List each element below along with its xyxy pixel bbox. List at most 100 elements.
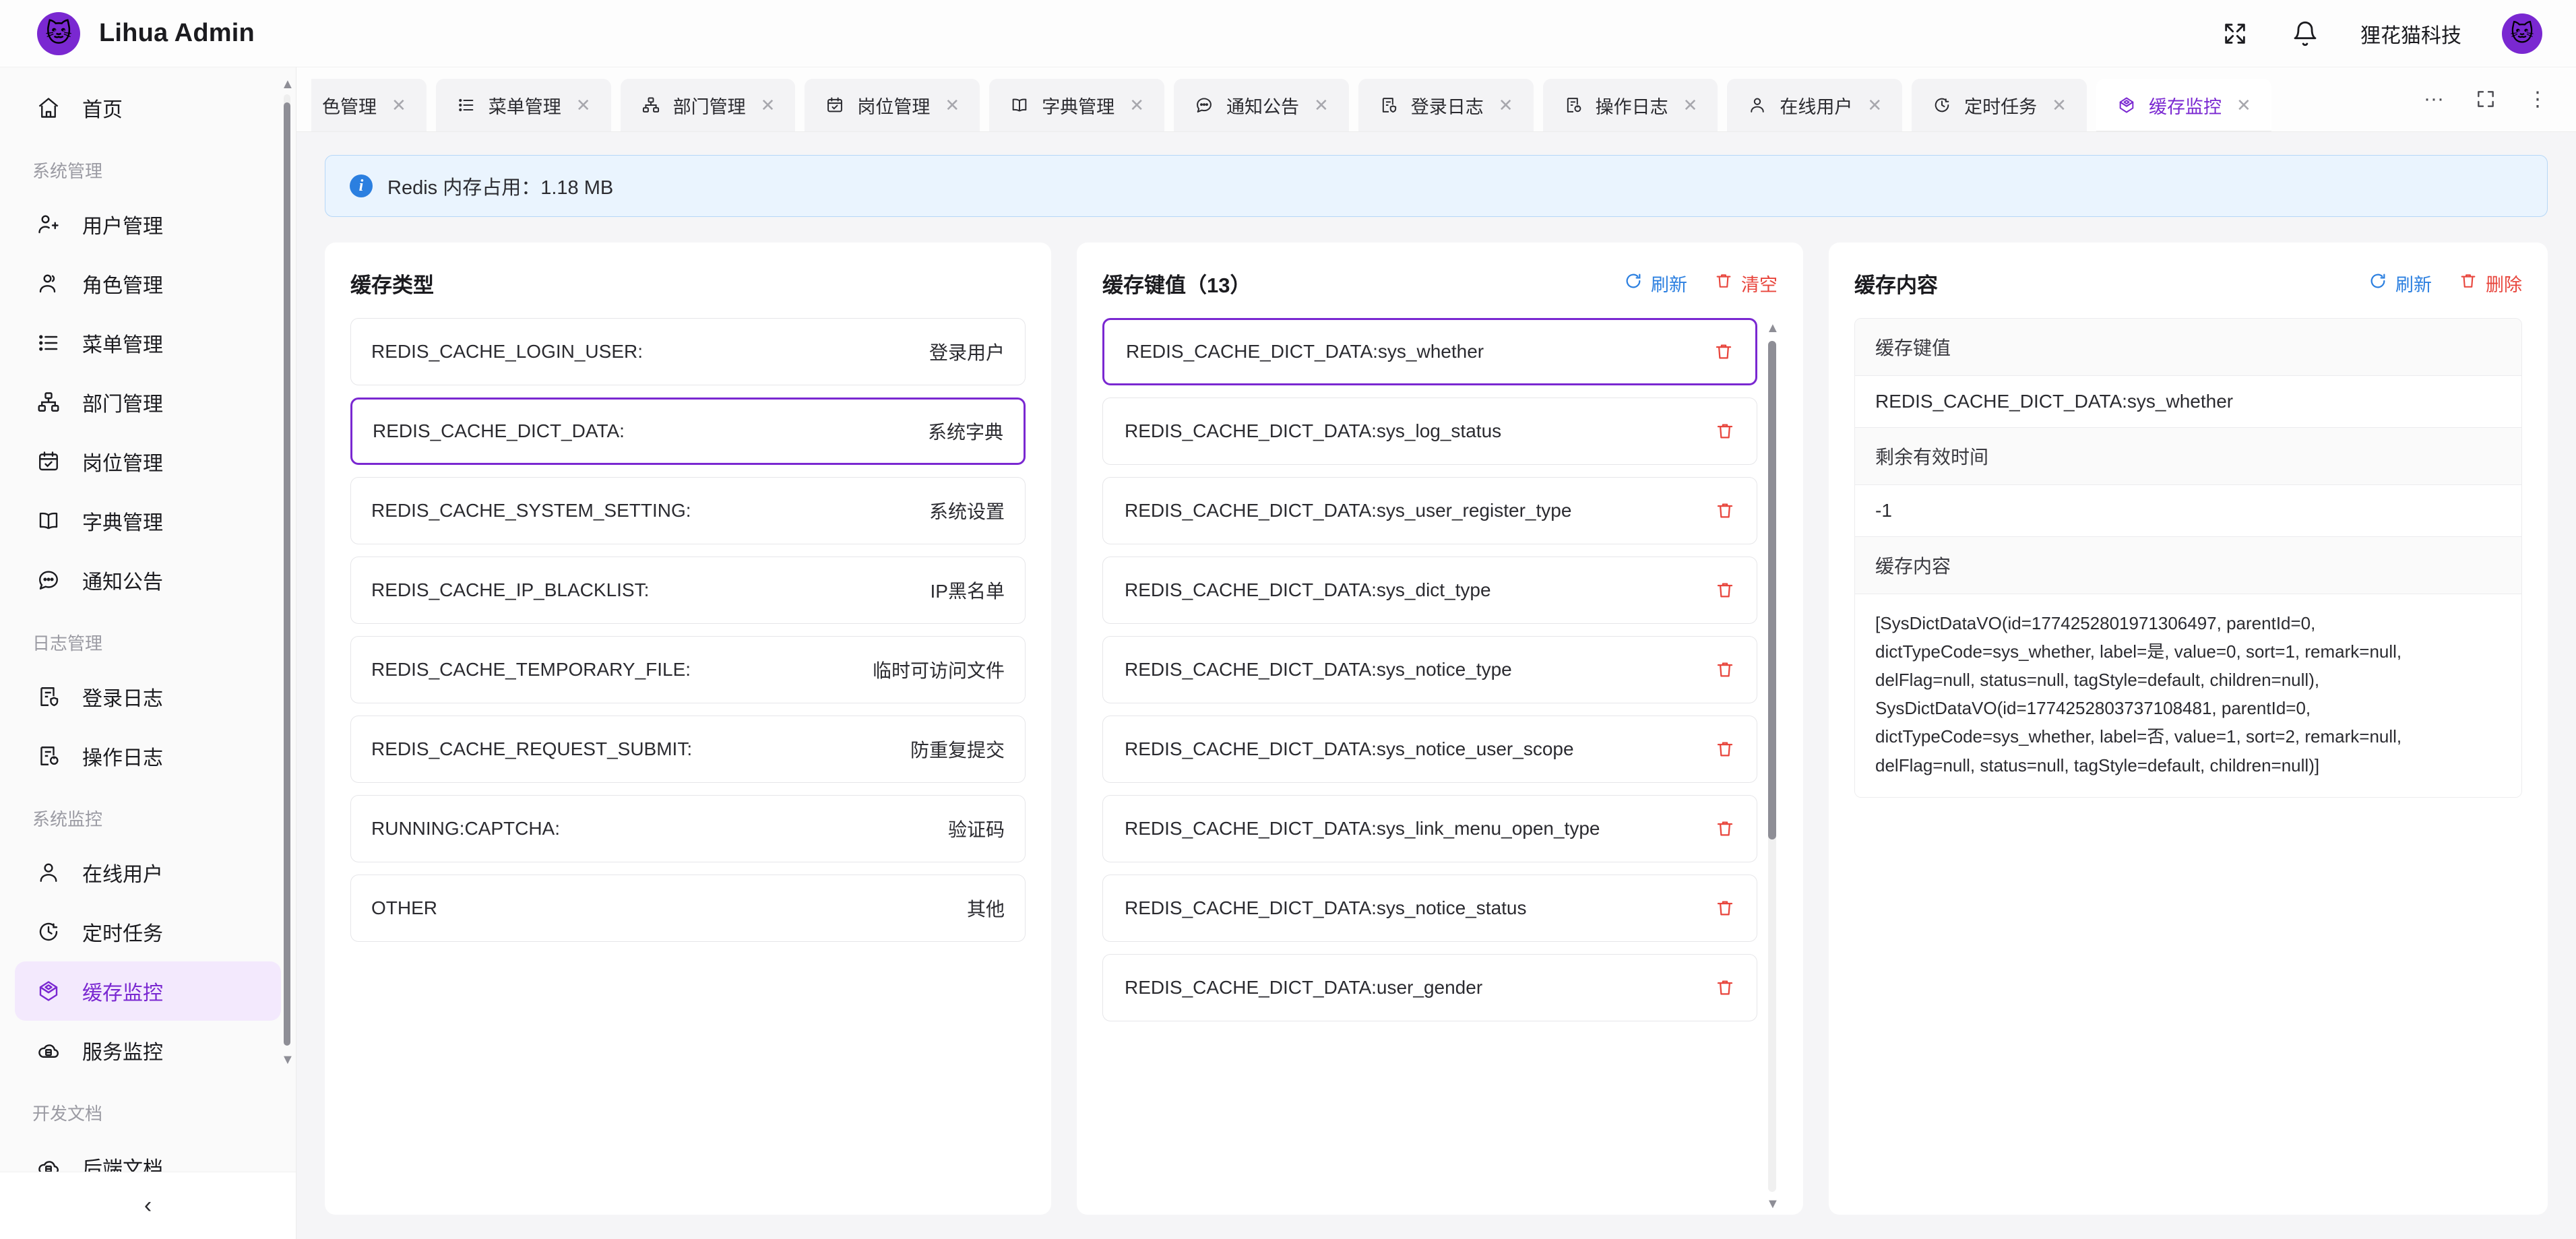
sidebar-item-role-management[interactable]: 角色管理 (15, 254, 281, 313)
cache-key-row[interactable]: REDIS_CACHE_DICT_DATA:sys_link_menu_open… (1102, 795, 1757, 862)
tab-department-management[interactable]: 部门管理 ✕ (620, 79, 796, 131)
org-tree-icon (641, 95, 661, 115)
cache-type-value: 其他 (966, 899, 1005, 920)
panel-title: 缓存键值（13） (1102, 273, 1251, 297)
cache-key-field-value: REDIS_CACHE_DICT_DATA:sys_whether (1855, 376, 2521, 428)
cache-ttl-field-label: 剩余有效时间 (1855, 428, 2521, 485)
sidebar-item-cache-monitor[interactable]: 缓存监控 (15, 961, 281, 1021)
tab-operation-log[interactable]: 操作日志 ✕ (1542, 79, 1718, 131)
sidebar-item-home[interactable]: 首页 (15, 78, 281, 137)
sidebar-scrollbar[interactable]: ▲ ▼ (281, 77, 294, 1067)
sidebar-item-user-management[interactable]: 用户管理 (15, 195, 281, 254)
scroll-up-arrow-icon[interactable]: ▲ (1766, 321, 1778, 336)
cache-key-panel: 缓存键值（13） 刷新 清空 REDIS_CACHE_DICT_DATA:sys (1077, 243, 1803, 1215)
cache-type-row[interactable]: REDIS_CACHE_SYSTEM_SETTING: 系统设置 (350, 477, 1026, 544)
tab-online-user[interactable]: 在线用户 ✕ (1727, 79, 1903, 131)
tab-label: 岗位管理 (857, 96, 931, 117)
more-tabs-icon[interactable]: ··· (2424, 88, 2444, 110)
sidebar-collapse-button[interactable]: ‹ (0, 1172, 296, 1239)
close-icon[interactable]: ✕ (2236, 95, 2251, 116)
cache-key-row[interactable]: REDIS_CACHE_DICT_DATA:user_gender (1102, 954, 1757, 1021)
tab-login-log[interactable]: 登录日志 ✕ (1358, 79, 1534, 131)
trash-icon[interactable] (1715, 421, 1735, 441)
tab-notice[interactable]: 通知公告 ✕ (1173, 79, 1349, 131)
cache-key-row[interactable]: REDIS_CACHE_DICT_DATA:sys_user_register_… (1102, 477, 1757, 544)
close-icon[interactable]: ✕ (391, 95, 406, 116)
cache-key-row[interactable]: REDIS_CACHE_DICT_DATA:sys_notice_user_sc… (1102, 716, 1757, 783)
tab-cache-monitor[interactable]: 缓存监控 ✕ (2096, 79, 2271, 131)
cache-key-row[interactable]: REDIS_CACHE_DICT_DATA:sys_notice_status (1102, 875, 1757, 942)
sidebar-item-label: 缓存监控 (82, 982, 163, 1005)
cache-type-row[interactable]: REDIS_CACHE_LOGIN_USER: 登录用户 (350, 318, 1026, 385)
trash-icon[interactable] (1715, 739, 1735, 759)
close-icon[interactable]: ✕ (761, 95, 776, 116)
close-icon[interactable]: ✕ (1314, 95, 1329, 116)
delete-content-button[interactable]: 删除 (2459, 270, 2522, 296)
cache-type-row[interactable]: REDIS_CACHE_TEMPORARY_FILE: 临时可访问文件 (350, 636, 1026, 703)
close-icon[interactable]: ✕ (1683, 95, 1698, 116)
fullscreen-icon[interactable] (2475, 88, 2496, 110)
sidebar-item-department-management[interactable]: 部门管理 (15, 373, 281, 432)
book-icon (1009, 95, 1030, 115)
cache-key-row[interactable]: REDIS_CACHE_DICT_DATA:sys_log_status (1102, 398, 1757, 465)
cache-key-row[interactable]: REDIS_CACHE_DICT_DATA:sys_notice_type (1102, 636, 1757, 703)
sidebar-group-title: 日志管理 (32, 633, 103, 654)
refresh-content-label: 刷新 (2395, 274, 2432, 295)
trash-icon[interactable] (1715, 660, 1735, 680)
close-icon[interactable]: ✕ (576, 95, 591, 116)
trash-icon[interactable] (1715, 501, 1735, 521)
sidebar-item-operation-log[interactable]: 操作日志 (15, 726, 281, 786)
tab-role-management[interactable]: 色管理 ✕ (311, 79, 427, 131)
clear-keys-button[interactable]: 清空 (1714, 270, 1778, 296)
cache-key-row[interactable]: REDIS_CACHE_DICT_DATA:sys_dict_type (1102, 557, 1757, 624)
sidebar-item-online-user[interactable]: 在线用户 (15, 843, 281, 902)
cache-type-row[interactable]: RUNNING:CAPTCHA: 验证码 (350, 795, 1026, 862)
cache-key-text: REDIS_CACHE_DICT_DATA:sys_notice_user_sc… (1125, 738, 1574, 759)
tab-menu-icon[interactable]: ⋮ (2527, 88, 2548, 111)
user-name[interactable]: 狸花猫科技 (2360, 19, 2461, 49)
trash-icon[interactable] (1715, 978, 1735, 998)
tab-position-management[interactable]: 岗位管理 ✕ (805, 79, 980, 131)
close-icon[interactable]: ✕ (1499, 95, 1513, 116)
sidebar-item-backend-doc[interactable]: 后端文档 (15, 1137, 281, 1172)
sidebar-item-label: 操作日志 (82, 747, 163, 769)
cache-type-key: OTHER (371, 897, 437, 918)
trash-icon[interactable] (1714, 342, 1734, 362)
cache-type-row[interactable]: OTHER 其他 (350, 875, 1026, 942)
avatar[interactable]: 🐱 (2502, 13, 2542, 54)
refresh-icon (2368, 272, 2387, 295)
sidebar-item-dictionary-management[interactable]: 字典管理 (15, 491, 281, 550)
refresh-content-button[interactable]: 刷新 (2368, 270, 2432, 296)
close-icon[interactable]: ✕ (1867, 95, 1882, 116)
tab-scheduled-task[interactable]: 定时任务 ✕ (1912, 79, 2087, 131)
cache-content-actions: 刷新 删除 (2368, 270, 2522, 296)
cache-type-row[interactable]: REDIS_CACHE_IP_BLACKLIST: IP黑名单 (350, 557, 1026, 624)
brand[interactable]: 🐱 Lihua Admin (0, 11, 296, 55)
refresh-keys-button[interactable]: 刷新 (1624, 270, 1687, 296)
sidebar-item-position-management[interactable]: 岗位管理 (15, 432, 281, 491)
bell-icon[interactable] (2290, 19, 2320, 49)
tab-dictionary-management[interactable]: 字典管理 ✕ (989, 79, 1164, 131)
scrollbar-thumb[interactable] (284, 102, 290, 1046)
fullscreen-expand-icon[interactable] (2220, 19, 2250, 49)
trash-icon[interactable] (1715, 898, 1735, 918)
tab-menu-management[interactable]: 菜单管理 ✕ (435, 79, 611, 131)
scroll-down-arrow-icon[interactable]: ▼ (1766, 1197, 1778, 1212)
sidebar-item-scheduled-task[interactable]: 定时任务 (15, 902, 281, 961)
sidebar-item-notice[interactable]: 通知公告 (15, 550, 281, 610)
cache-type-row[interactable]: REDIS_CACHE_REQUEST_SUBMIT: 防重复提交 (350, 716, 1026, 783)
sidebar-item-login-log[interactable]: 登录日志 (15, 667, 281, 726)
scroll-down-arrow-icon[interactable]: ▼ (281, 1052, 294, 1068)
sidebar-item-menu-management[interactable]: 菜单管理 (15, 313, 281, 373)
cache-type-row[interactable]: REDIS_CACHE_DICT_DATA: 系统字典 (350, 398, 1026, 465)
trash-icon[interactable] (1715, 580, 1735, 600)
close-icon[interactable]: ✕ (945, 95, 960, 116)
close-icon[interactable]: ✕ (2052, 95, 2067, 116)
cache-key-scrollbar[interactable]: ▲ ▼ (1765, 318, 1778, 1215)
scrollbar-thumb[interactable] (1768, 341, 1776, 839)
close-icon[interactable]: ✕ (1129, 95, 1144, 116)
trash-icon[interactable] (1715, 819, 1735, 839)
sidebar-item-service-monitor[interactable]: 服务监控 (15, 1021, 281, 1080)
scroll-up-arrow-icon[interactable]: ▲ (281, 77, 294, 92)
cache-key-row[interactable]: REDIS_CACHE_DICT_DATA:sys_whether (1102, 318, 1757, 385)
